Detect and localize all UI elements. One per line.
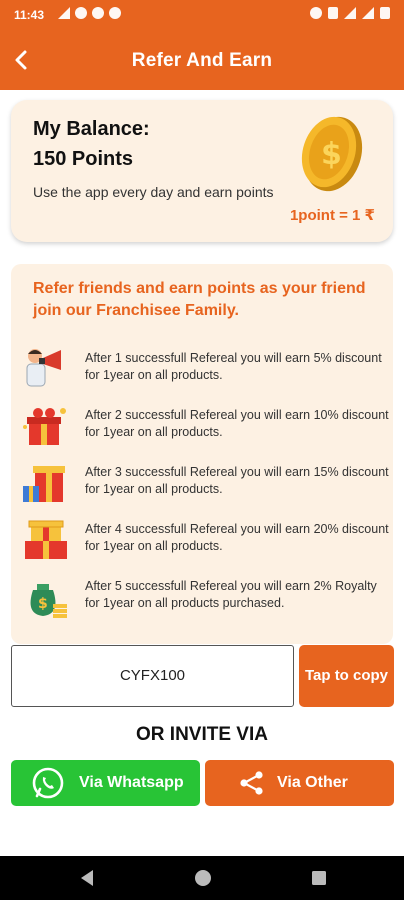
nav-recents-icon[interactable] <box>310 868 328 888</box>
nav-home-icon[interactable] <box>194 868 212 888</box>
reward-rule-3: After 3 successfull Refereal you will ea… <box>21 460 391 512</box>
refer-card: Refer friends and earn points as your fr… <box>11 264 393 644</box>
signal-icon <box>362 7 374 19</box>
gift-stack-icon <box>25 520 67 559</box>
reward-rule-4: After 4 successfull Refereal you will ea… <box>21 517 391 569</box>
share-icon <box>240 771 263 795</box>
whatsapp-button-label: Via Whatsapp <box>79 774 184 791</box>
gifts-icon <box>23 466 65 502</box>
balance-points: 150 Points <box>33 148 134 170</box>
app-bar: Refer And Earn <box>0 30 404 90</box>
twitter-icon <box>75 7 87 19</box>
telegram-icon <box>58 7 70 19</box>
invite-heading: OR INVITE VIA <box>136 724 268 745</box>
reward-rule-5: $ After 5 successfull Refereal you will … <box>21 574 391 626</box>
status-time: 11:43 <box>14 8 45 22</box>
gift-icon <box>23 408 66 445</box>
page-title: Refer And Earn <box>131 50 273 71</box>
nav-back-icon[interactable] <box>78 868 96 888</box>
points-rate: 1point = 1 ₹ <box>289 207 375 224</box>
reward-rule-1-text: After 1 successfull Refereal you will ea… <box>85 351 382 382</box>
whatsapp-notification-icon <box>109 7 121 19</box>
at-icon <box>92 7 104 19</box>
status-bar: 11:43 <box>0 0 404 30</box>
svg-text:$: $ <box>38 596 48 612</box>
other-button-label: Via Other <box>277 774 348 791</box>
battery-icon <box>380 7 390 19</box>
balance-label: My Balance: <box>33 118 150 140</box>
coin-icon: $ <box>301 116 363 192</box>
wifi-icon <box>344 7 356 19</box>
reward-rule-2-text: After 2 successfull Refereal you will ea… <box>85 408 389 439</box>
tap-to-copy-button[interactable]: Tap to copy <box>299 645 394 707</box>
reward-rule-1: After 1 successfull Refereal you will ea… <box>21 346 391 398</box>
system-nav-bar <box>0 856 404 900</box>
vibrate-icon <box>328 7 338 19</box>
notification-icons <box>58 7 121 19</box>
reward-rule-5-text: After 5 successfull Refereal you will ea… <box>85 579 377 610</box>
money-bag-icon: $ <box>30 584 67 618</box>
referral-code-field[interactable]: CYFX100 <box>11 645 294 707</box>
reward-rule-4-text: After 4 successfull Refereal you will ea… <box>85 522 389 553</box>
share-other-button[interactable]: Via Other <box>205 760 394 806</box>
whatsapp-share-button[interactable]: Via Whatsapp <box>11 760 200 806</box>
reward-rule-2: After 2 successfull Refereal you will ea… <box>21 403 391 455</box>
megaphone-icon <box>26 349 61 387</box>
balance-description: Use the app every day and earn points <box>33 184 274 200</box>
system-icons <box>310 7 390 19</box>
balance-card: My Balance: 150 Points Use the app every… <box>11 100 393 242</box>
refer-headline: Refer friends and earn points as your fr… <box>33 280 366 319</box>
svg-text:$: $ <box>321 137 342 172</box>
alarm-icon <box>310 7 322 19</box>
reward-rule-3-text: After 3 successfull Refereal you will ea… <box>85 465 389 496</box>
whatsapp-icon <box>32 767 64 799</box>
